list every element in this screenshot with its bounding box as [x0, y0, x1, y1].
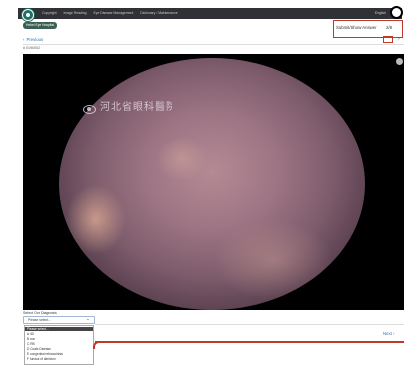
divider	[23, 44, 404, 45]
nav-item-dictionary[interactable]: Dictionary / Maintenance	[140, 11, 177, 15]
fundus-photo	[59, 58, 365, 310]
dropdown-option[interactable]: A 4D	[27, 332, 34, 336]
submit-show-answer-button[interactable]: Submit/Show Answer	[336, 25, 377, 30]
dropdown-option[interactable]: B cun	[27, 337, 35, 341]
hospital-badge: Hebei Eye Hospital	[23, 22, 58, 29]
previous-button[interactable]: ‹ Previous	[23, 37, 43, 42]
nav-item-image-reading[interactable]: Image Reading	[64, 11, 87, 15]
dropdown-option[interactable]: Please select...	[25, 327, 93, 331]
dropdown-option[interactable]: F fundus of albinism	[27, 357, 56, 361]
next-button[interactable]: Next ›	[383, 331, 394, 336]
language-selector[interactable]: English	[375, 11, 386, 15]
dropdown-option[interactable]: D Coats Disease	[27, 347, 51, 351]
annotation-curve	[93, 341, 99, 349]
hospital-logo[interactable]	[22, 9, 34, 21]
chevron-right-icon[interactable]: ›	[398, 36, 400, 42]
image-id: # 0190002	[23, 46, 40, 50]
chevron-down-icon[interactable]: ⌄	[86, 316, 90, 322]
fundus-image-viewer[interactable]	[23, 54, 404, 310]
nav-item-eye-disease-management[interactable]: Eye Disease Management	[94, 11, 134, 15]
diagnosis-select-value: Please select...	[28, 318, 51, 322]
svg-text:河北省眼科醫院: 河北省眼科醫院	[100, 100, 172, 113]
nav-menu: Copyright Image Reading Eye Disease Mana…	[42, 11, 178, 15]
image-settings-icon[interactable]	[396, 58, 403, 65]
nav-item-copyright[interactable]: Copyright	[42, 11, 57, 15]
watermark-logo-icon	[83, 105, 96, 114]
user-avatar[interactable]	[390, 6, 403, 19]
watermark-text: 河北省眼科醫院	[100, 100, 172, 113]
dropdown-option[interactable]: E congenital retinoschisis	[27, 352, 63, 356]
image-counter: 2/8	[386, 25, 392, 30]
answer-indicator-box	[383, 36, 393, 43]
diagnosis-dropdown: Please select... A 4D B cun C RB D Coats…	[24, 325, 94, 365]
chevron-left-icon: ‹	[23, 37, 25, 42]
diagnosis-label: Select Our Diagnosis	[23, 311, 57, 315]
next-label: Next	[383, 331, 392, 336]
previous-label: Previous	[26, 37, 44, 42]
annotation-line	[95, 341, 404, 343]
divider	[95, 324, 404, 325]
dropdown-option[interactable]: C RB	[27, 342, 35, 346]
chevron-right-icon: ›	[393, 331, 395, 336]
